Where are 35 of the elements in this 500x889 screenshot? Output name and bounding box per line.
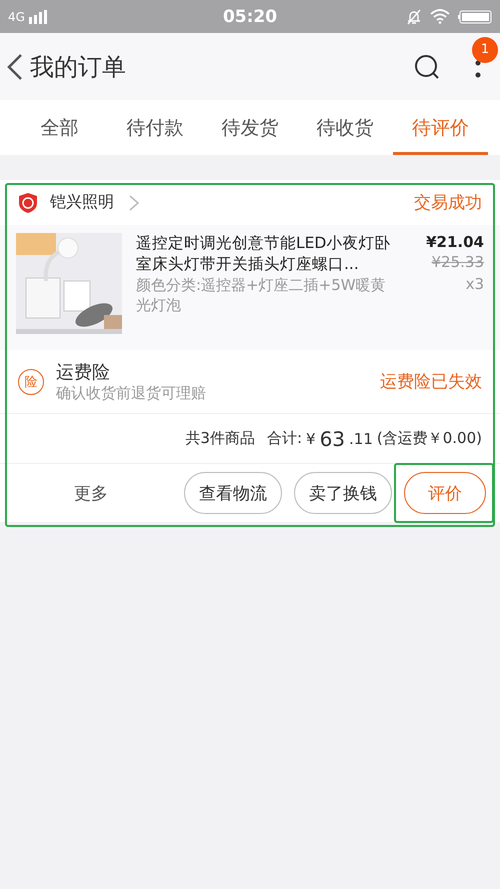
insurance-status: 运费险已失效 [380,371,482,393]
shop-name[interactable]: 铠兴照明 [50,192,114,213]
action-button[interactable]: 卖了换钱 [294,472,392,514]
signal-icon [28,10,48,24]
insurance-subtitle: 确认收货前退货可理赔 [56,384,206,403]
order-tab[interactable]: 全部 [12,100,108,155]
search-icon[interactable] [414,54,440,80]
network-label: 4G [8,10,25,24]
order-tab[interactable]: 待收货 [298,100,393,155]
product-title[interactable]: 遥控定时调光创意节能LED小夜灯卧室床头灯带开关插头灯座螺口... [136,233,398,275]
shield-icon [18,192,38,214]
wifi-icon [430,9,450,24]
total-decimal: .11 [349,430,373,448]
insurance-title: 运费险 [56,361,111,384]
currency-sign: ¥ [306,430,316,448]
page-title: 我的订单 [30,52,126,82]
item-count: 共3件商品 [185,429,255,448]
shipping-fee: (含运费￥0.00) [376,429,482,448]
action-button[interactable]: 查看物流 [184,472,282,514]
back-icon[interactable] [6,52,24,80]
order-status: 交易成功 [414,192,482,214]
product-quantity: x3 [466,275,484,293]
product-variant: 颜色分类:遥控器+灯座二插+5W暖黄光灯泡 [136,275,387,315]
more-link[interactable]: 更多 [74,482,108,504]
original-price: ¥25.33 [432,253,484,271]
total-integer: 63 [320,426,346,450]
order-tab[interactable]: 待付款 [107,100,202,155]
notification-badge: 1 [472,36,498,62]
battery-icon [458,10,492,24]
total-label: 合计: [266,429,302,448]
insurance-icon: 险 [18,368,44,394]
order-tab[interactable]: 待发货 [202,100,298,155]
muted-bell-icon [406,8,422,24]
clock-time: 05:20 [222,6,278,26]
product-price: ¥21.04 [426,233,484,251]
